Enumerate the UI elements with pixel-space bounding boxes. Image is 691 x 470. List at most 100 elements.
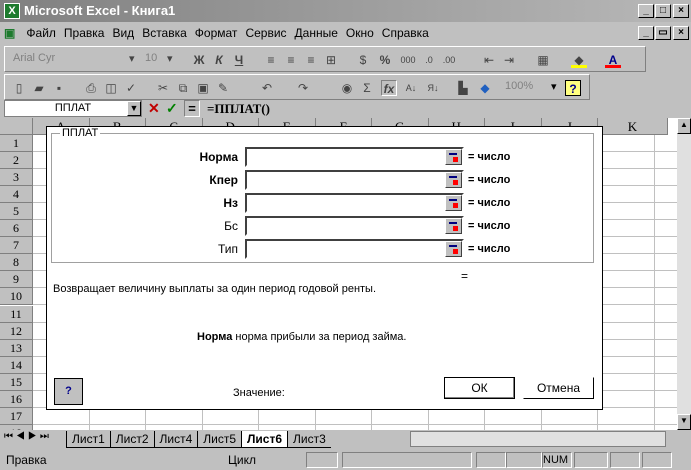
- undo-icon[interactable]: ↶: [259, 80, 275, 96]
- row-header[interactable]: 4: [0, 186, 33, 204]
- sort-ascending-icon[interactable]: А↓: [403, 80, 419, 96]
- row-header[interactable]: 7: [0, 237, 33, 255]
- sheet-tab[interactable]: Лист6: [241, 431, 288, 448]
- edit-formula-button[interactable]: =: [184, 100, 200, 117]
- sheet-tab[interactable]: Лист1: [66, 431, 110, 448]
- menu-data[interactable]: Данные: [291, 22, 342, 44]
- select-all-button[interactable]: [0, 118, 33, 135]
- sort-descending-icon[interactable]: Я↓: [425, 80, 441, 96]
- argument-input[interactable]: [245, 170, 464, 190]
- row-header[interactable]: 10: [0, 288, 33, 306]
- function-wizard-button[interactable]: fx: [381, 80, 397, 96]
- open-icon[interactable]: ▰: [31, 80, 47, 96]
- drawing-icon[interactable]: ◆: [477, 80, 493, 96]
- align-right-icon[interactable]: ≡: [303, 52, 319, 68]
- menu-view[interactable]: Вид: [108, 22, 138, 44]
- italic-button[interactable]: К: [211, 52, 227, 68]
- horizontal-scrollbar[interactable]: [410, 431, 666, 447]
- underline-button[interactable]: Ч: [231, 52, 247, 68]
- copy-icon[interactable]: ⧉: [175, 80, 191, 96]
- row-header[interactable]: 6: [0, 220, 33, 238]
- doc-minimize-button[interactable]: _: [638, 26, 654, 40]
- row-header[interactable]: 16: [0, 390, 33, 408]
- spelling-icon[interactable]: ✓: [123, 80, 139, 96]
- scroll-down-icon[interactable]: ▼: [677, 414, 691, 430]
- cancel-formula-button[interactable]: ✕: [148, 100, 160, 117]
- menu-file[interactable]: Файл: [22, 22, 60, 44]
- align-center-icon[interactable]: ≡: [283, 52, 299, 68]
- size-dropdown-icon[interactable]: ▾: [167, 52, 173, 65]
- size-select[interactable]: 10: [145, 52, 157, 64]
- close-button[interactable]: ×: [673, 4, 689, 18]
- argument-input[interactable]: [245, 216, 464, 236]
- row-header[interactable]: 8: [0, 254, 33, 272]
- row-header[interactable]: 3: [0, 169, 33, 187]
- chart-wizard-icon[interactable]: ▙: [455, 80, 471, 96]
- argument-input[interactable]: [245, 239, 464, 259]
- collapse-dialog-icon[interactable]: [445, 241, 462, 257]
- increase-decimal-icon[interactable]: .0: [421, 52, 437, 68]
- borders-icon[interactable]: ▦: [535, 52, 551, 68]
- sheet-tab[interactable]: Лист2: [109, 431, 154, 448]
- print-icon[interactable]: ⎙: [83, 80, 99, 96]
- fill-color-icon[interactable]: ◆: [571, 52, 587, 68]
- minimize-button[interactable]: _: [638, 4, 654, 18]
- collapse-dialog-icon[interactable]: [445, 195, 462, 211]
- help-icon[interactable]: ?: [565, 80, 581, 96]
- menu-format[interactable]: Формат: [191, 22, 242, 44]
- new-icon[interactable]: ▯: [11, 80, 27, 96]
- paste-icon[interactable]: ▣: [195, 80, 211, 96]
- row-header[interactable]: 15: [0, 373, 33, 391]
- menu-tools[interactable]: Сервис: [241, 22, 290, 44]
- row-header[interactable]: 12: [0, 322, 33, 340]
- collapse-dialog-icon[interactable]: [445, 172, 462, 188]
- row-header[interactable]: 11: [0, 305, 33, 323]
- row-header[interactable]: 2: [0, 152, 33, 170]
- print-preview-icon[interactable]: ◫: [103, 80, 119, 96]
- menu-edit[interactable]: Правка: [60, 22, 109, 44]
- format-painter-icon[interactable]: ✎: [215, 80, 231, 96]
- increase-indent-icon[interactable]: ⇥: [501, 52, 517, 68]
- thousands-button[interactable]: 000: [397, 52, 419, 68]
- cancel-button[interactable]: Отмена: [523, 377, 594, 399]
- redo-icon[interactable]: ↷: [295, 80, 311, 96]
- row-header[interactable]: 1: [0, 135, 33, 152]
- formula-input[interactable]: =ППЛАТ(): [201, 100, 691, 117]
- font-dropdown-icon[interactable]: ▾: [129, 52, 135, 65]
- bold-button[interactable]: Ж: [191, 52, 207, 68]
- column-header[interactable]: K: [598, 118, 668, 135]
- font-color-icon[interactable]: A: [605, 52, 621, 68]
- doc-restore-button[interactable]: ▭: [655, 26, 671, 40]
- percent-button[interactable]: %: [377, 52, 393, 68]
- name-box[interactable]: ППЛАТ: [4, 100, 142, 117]
- doc-close-button[interactable]: ×: [673, 26, 689, 40]
- currency-icon[interactable]: $: [355, 52, 371, 68]
- decrease-indent-icon[interactable]: ⇤: [481, 52, 497, 68]
- sheet-tab[interactable]: Лист5: [197, 431, 241, 448]
- save-icon[interactable]: ▪: [51, 80, 67, 96]
- name-box-dropdown-icon[interactable]: ▼: [127, 101, 141, 116]
- enter-formula-button[interactable]: ✓: [166, 100, 178, 117]
- menu-window[interactable]: Окно: [342, 22, 378, 44]
- align-left-icon[interactable]: ≡: [263, 52, 279, 68]
- hyperlink-icon[interactable]: ◉: [339, 80, 355, 96]
- row-header[interactable]: 17: [0, 407, 33, 425]
- argument-input[interactable]: [245, 147, 464, 167]
- decrease-decimal-icon[interactable]: .00: [441, 52, 457, 68]
- ok-button[interactable]: ОК: [444, 377, 515, 399]
- merge-center-icon[interactable]: ⊞: [323, 52, 339, 68]
- row-header[interactable]: 5: [0, 203, 33, 221]
- autosum-button[interactable]: Σ: [359, 80, 375, 96]
- scroll-up-icon[interactable]: ▲: [677, 118, 691, 134]
- sheet-tab[interactable]: Лист4: [153, 431, 198, 448]
- collapse-dialog-icon[interactable]: [445, 218, 462, 234]
- help-button[interactable]: ?: [54, 378, 83, 405]
- row-header[interactable]: 9: [0, 271, 33, 289]
- zoom-dropdown-icon[interactable]: ▾: [551, 80, 557, 93]
- maximize-button[interactable]: □: [655, 4, 671, 18]
- menu-insert[interactable]: Вставка: [138, 22, 191, 44]
- vertical-scrollbar[interactable]: ▲ ▼: [677, 118, 691, 430]
- collapse-dialog-icon[interactable]: [445, 149, 462, 165]
- argument-input[interactable]: [245, 193, 464, 213]
- row-header[interactable]: 13: [0, 339, 33, 357]
